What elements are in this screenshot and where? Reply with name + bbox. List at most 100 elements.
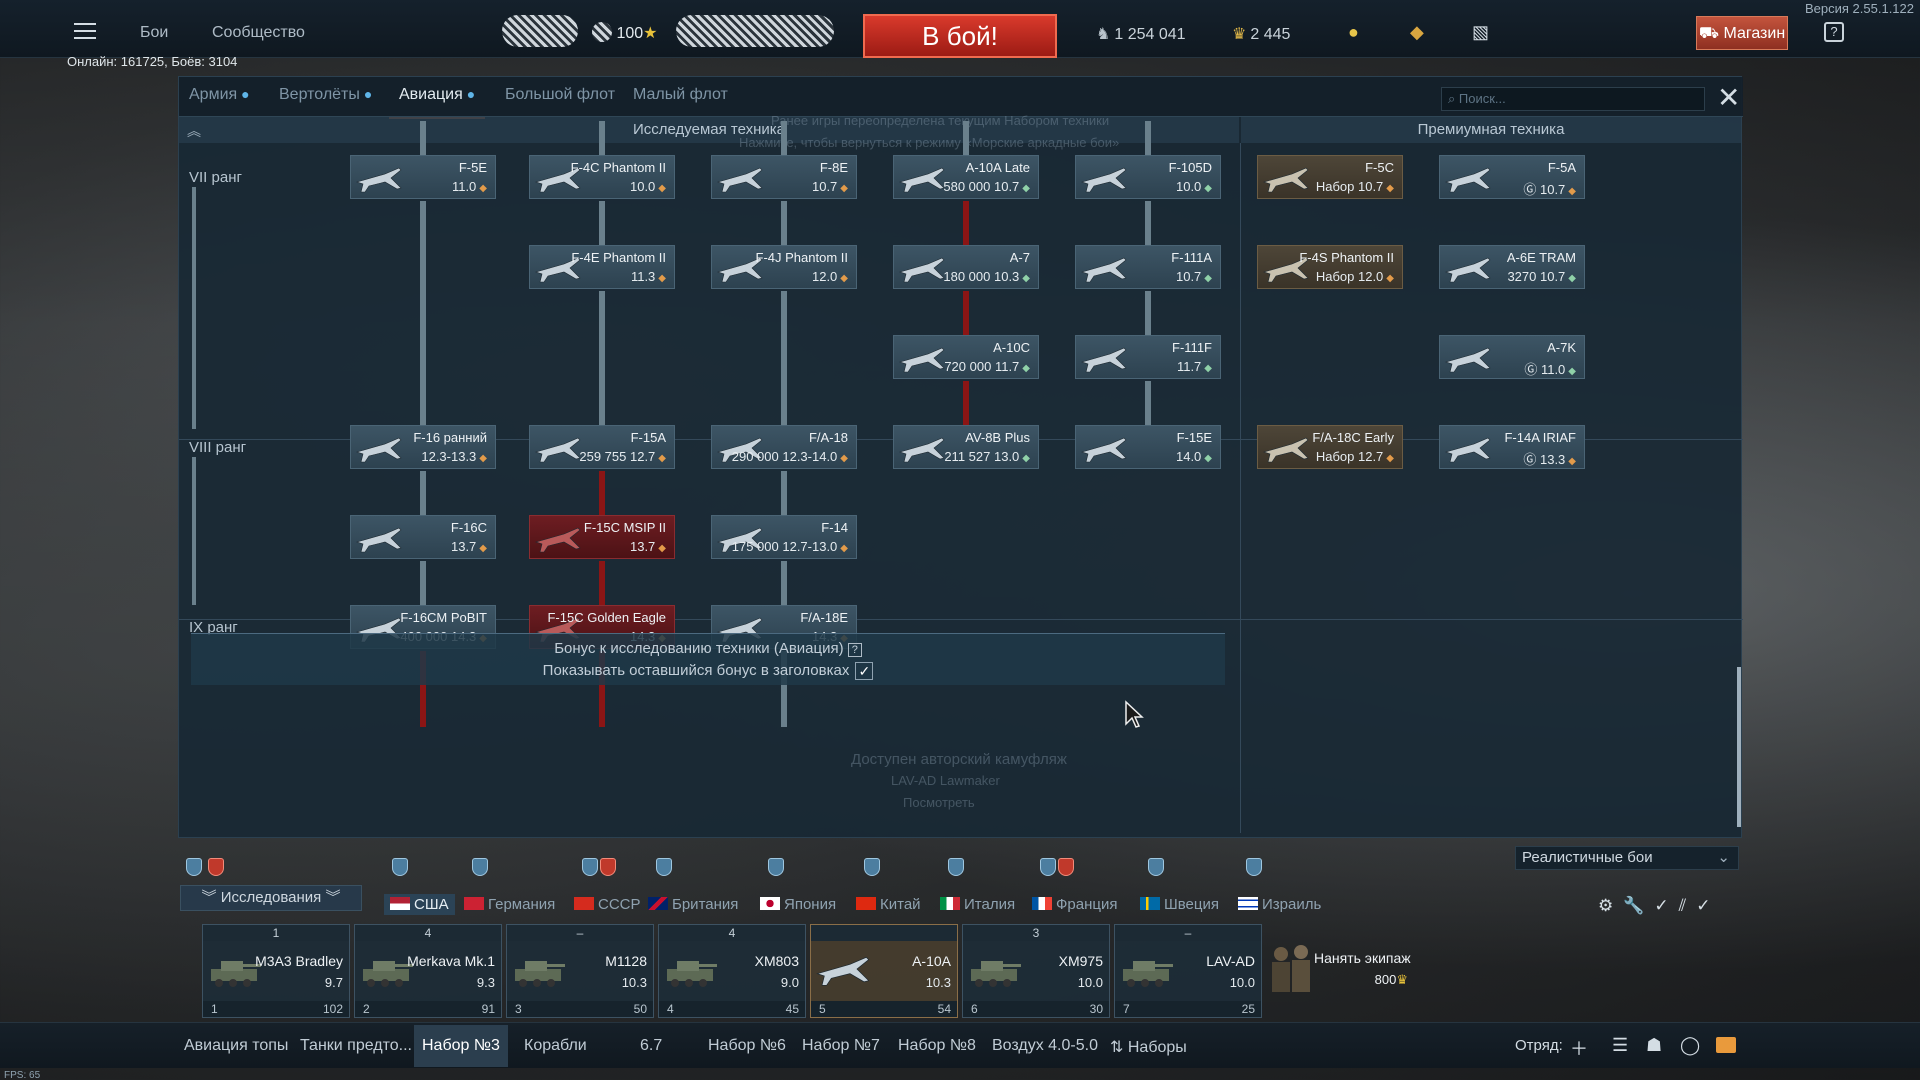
vehicle-card-a7k[interactable]: A-7K Ⓖ 11.0 ◆ <box>1439 335 1585 379</box>
ticket-icon[interactable]: ▧ <box>1472 22 1489 43</box>
rank-diamond-icon[interactable]: ◆ <box>1410 22 1424 43</box>
nation-tab-7[interactable]: Франция <box>1032 896 1117 913</box>
check-icon[interactable]: ✓ <box>1654 896 1678 915</box>
nation-tab-4[interactable]: Япония <box>760 896 836 913</box>
crew-slot-5[interactable]: A-10A 10.3 5 54 <box>810 924 958 1018</box>
tab-bluewater-fleet[interactable]: Большой флот <box>505 86 615 104</box>
vehicle-card-f111a[interactable]: F-111A 10.7 ◆ <box>1075 245 1221 289</box>
nation-tab-6[interactable]: Италия <box>940 896 1015 913</box>
tab-aviation[interactable]: Авиация ● <box>388 86 486 119</box>
nation-tab-1[interactable]: Германия <box>464 896 555 913</box>
shop-button[interactable]: ⛟ Магазин <box>1696 16 1788 50</box>
vehicle-card-f5e[interactable]: F-5E 11.0 ◆ <box>350 155 496 199</box>
game-mode-select[interactable]: Реалистичные бои ⌄ <box>1515 846 1739 870</box>
vehicle-card-f5a[interactable]: F-5A Ⓖ 10.7 ◆ <box>1439 155 1585 199</box>
slot-rank: 4 <box>355 925 501 941</box>
player-avatar-icon <box>592 22 612 42</box>
tab-army[interactable]: Армия ● <box>189 86 250 104</box>
vehicle-card-f8e[interactable]: F-8E 10.7 ◆ <box>711 155 857 199</box>
vehicle-card-f16c[interactable]: F-16C 13.7 ◆ <box>350 515 496 559</box>
player-name-hidden[interactable] <box>502 15 578 47</box>
status-dot-icon: ◆ <box>840 183 848 194</box>
preset-tab-2[interactable]: Набор №3 <box>414 1025 508 1067</box>
vehicle-card-fa18[interactable]: F/A-18 290 000 12.3-14.0 ◆ <box>711 425 857 469</box>
vehicle-card-f15a[interactable]: F-15A 259 755 12.7 ◆ <box>529 425 675 469</box>
crew-slot-1[interactable]: 1 M3A3 Bradley 9.7 1 102 <box>202 924 350 1018</box>
to-battle-button[interactable]: В бой! <box>863 14 1057 58</box>
crew-slot-4[interactable]: 4 XM803 9.0 4 45 <box>658 924 806 1018</box>
add-squad-member-icon[interactable]: ＋ <box>1570 1035 1588 1061</box>
help-icon[interactable]: ? <box>847 643 862 657</box>
crew-slot-7[interactable]: – LAV-AD 10.0 7 25 <box>1114 924 1262 1018</box>
shield-icon <box>768 858 784 876</box>
golden-eagles[interactable]: ♛ 2 445 <box>1232 24 1290 44</box>
nation-tab-9[interactable]: Израиль <box>1238 896 1321 913</box>
vehicle-card-f14[interactable]: F-14 175 000 12.7-13.0 ◆ <box>711 515 857 559</box>
wrench-icon[interactable]: 🔧 <box>1623 896 1654 915</box>
lightbulb-icon[interactable]: ● <box>1348 22 1359 43</box>
crew-slot-6[interactable]: 3 XM975 10.0 6 30 <box>962 924 1110 1018</box>
help-button[interactable]: ? <box>1824 22 1844 42</box>
vehicle-card-f15e[interactable]: F-15E 14.0 ◆ <box>1075 425 1221 469</box>
preset-tab-3[interactable]: Корабли <box>524 1037 587 1055</box>
vehicle-card-f4c[interactable]: F-4C Phantom II 10.0 ◆ <box>529 155 675 199</box>
vehicle-card-f5c[interactable]: F-5C Набор 10.7 ◆ <box>1257 155 1403 199</box>
collapse-up-icon[interactable]: ︽ <box>187 121 201 141</box>
preset-tab-0[interactable]: Авиация топы <box>184 1037 288 1055</box>
rank-vii-label[interactable]: VII ранг <box>189 169 242 186</box>
shield-icon <box>392 858 408 876</box>
crew-slot-2[interactable]: 4 Merkava Mk.1 9.3 2 91 <box>354 924 502 1018</box>
vehicle-card-f16early[interactable]: F-16 ранний 12.3-13.3 ◆ <box>350 425 496 469</box>
research-dropdown[interactable]: ︾ Исследования ︾ <box>180 885 362 911</box>
vehicle-card-f105d[interactable]: F-105D 10.0 ◆ <box>1075 155 1221 199</box>
mail-icon[interactable] <box>1716 1037 1736 1053</box>
vehicle-card-a10late[interactable]: A-10A Late 580 000 10.7 ◆ <box>893 155 1039 199</box>
preset-tab-6[interactable]: Набор №7 <box>802 1037 880 1055</box>
scrollbar-thumb[interactable] <box>1737 667 1741 827</box>
nation-tab-8[interactable]: Швеция <box>1140 896 1219 913</box>
vehicle-card-f4j[interactable]: F-4J Phantom II 12.0 ◆ <box>711 245 857 289</box>
vehicle-card-f111f[interactable]: F-111F 11.7 ◆ <box>1075 335 1221 379</box>
preset-tab-1[interactable]: Танки предто... <box>300 1037 412 1055</box>
friends-icon[interactable]: ☗ <box>1646 1035 1662 1056</box>
vehicle-card-f14airiaf[interactable]: F-14A IRIAF Ⓖ 13.3 ◆ <box>1439 425 1585 469</box>
gear-icon[interactable]: ⚙ <box>1598 896 1623 915</box>
nation-tab-2[interactable]: СССР <box>574 896 641 913</box>
vehicle-card-f4s[interactable]: F-4S Phantom II Набор 12.0 ◆ <box>1257 245 1403 289</box>
tab-helicopters[interactable]: Вертолёты ● <box>279 86 372 104</box>
preset-tab-7[interactable]: Набор №8 <box>898 1037 976 1055</box>
battles-link[interactable]: Бои <box>140 24 168 42</box>
nation-tab-3[interactable]: Британия <box>648 896 738 913</box>
list-icon[interactable]: ☰ <box>1612 1035 1628 1056</box>
preset-tab-4[interactable]: 6.7 <box>640 1037 662 1055</box>
status-dot-icon: ◆ <box>658 273 666 284</box>
close-icon[interactable]: ✕ <box>1717 81 1740 114</box>
rank-viii-label[interactable]: VIII ранг <box>189 439 246 456</box>
preset-tab-5[interactable]: Набор №6 <box>708 1037 786 1055</box>
vehicle-card-av8b[interactable]: AV-8B Plus 211 527 13.0 ◆ <box>893 425 1039 469</box>
chat-icon[interactable]: ◯ <box>1680 1035 1700 1056</box>
crew-slot-3[interactable]: – M1128 10.3 3 50 <box>506 924 654 1018</box>
tab-coastal-fleet[interactable]: Малый флот <box>633 86 728 104</box>
menu-icon[interactable] <box>74 23 96 39</box>
check-icon[interactable]: ✓ <box>1696 896 1720 915</box>
nation-tab-5[interactable]: Китай <box>856 896 921 913</box>
vehicle-card-f4e[interactable]: F-4E Phantom II 11.3 ◆ <box>529 245 675 289</box>
show-bonus-toggle[interactable]: Показывать оставшийся бонус в заголовках… <box>191 662 1225 681</box>
vehicle-card-fa18cearly[interactable]: F/A-18C Early Набор 12.7 ◆ <box>1257 425 1403 469</box>
checkbox-checked-icon[interactable]: ✓ <box>855 662 874 681</box>
vehicle-card-a7[interactable]: A-7 180 000 10.3 ◆ <box>893 245 1039 289</box>
preset-tab-8[interactable]: Воздух 4.0-5.0 <box>992 1037 1098 1055</box>
community-link[interactable]: Сообщество <box>212 24 305 42</box>
vehicle-card-a6e[interactable]: A-6E TRAM 3270 10.7 ◆ <box>1439 245 1585 289</box>
aircraft-icon <box>816 956 870 986</box>
preset-tab-9[interactable]: ⇅ Наборы <box>1110 1037 1187 1057</box>
vehicle-card-a10c[interactable]: A-10C 720 000 11.7 ◆ <box>893 335 1039 379</box>
hire-crew-slot[interactable]: Нанять экипаж 800♛ <box>1266 940 1414 1000</box>
vehicle-card-f15cmsip[interactable]: F-15C MSIP II 13.7 ◆ <box>529 515 675 559</box>
search-input[interactable]: ⌕ Поиск... <box>1441 87 1705 111</box>
player-title-hidden[interactable] <box>676 15 834 47</box>
silver-lions[interactable]: ♞ 1 254 041 <box>1096 24 1186 44</box>
multi-check-icon[interactable]: ⫽ <box>1679 896 1697 915</box>
nation-tab-0[interactable]: США <box>384 894 455 915</box>
